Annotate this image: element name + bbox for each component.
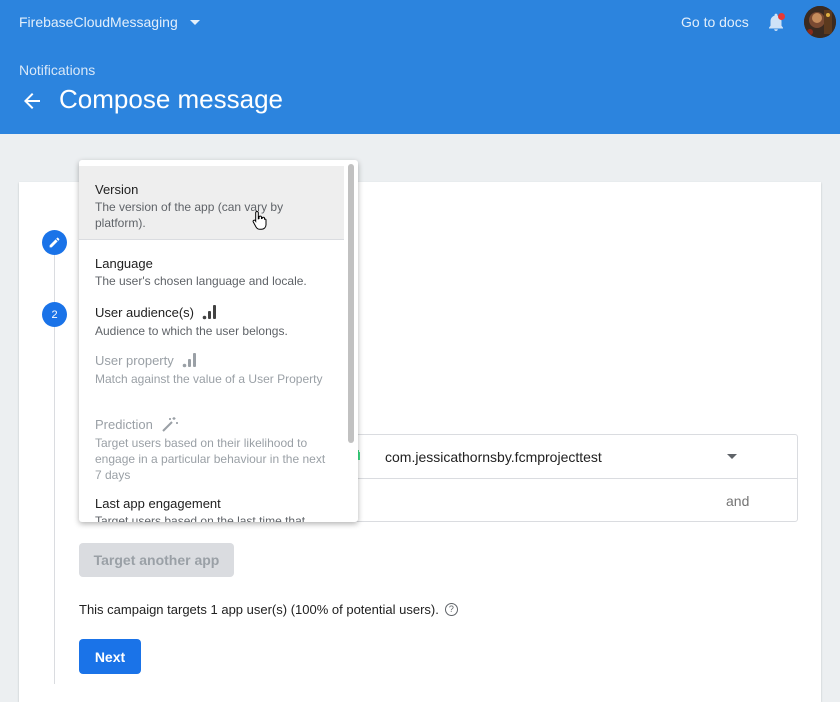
step-2-indicator[interactable]: 2 — [42, 302, 67, 327]
menu-item-title: Prediction — [95, 416, 179, 435]
page-title: Compose message — [59, 84, 283, 114]
user-avatar[interactable] — [804, 6, 836, 38]
app-id-select[interactable]: com.jessicathornsby.fcmprojecttest — [385, 449, 602, 465]
menu-item-description: Target users based on their likelihood t… — [95, 436, 326, 482]
menu-item-version[interactable]: Version The version of the app (can vary… — [79, 166, 344, 239]
notifications-bell-icon[interactable] — [765, 12, 787, 34]
back-arrow-icon[interactable] — [20, 89, 44, 113]
condition-dropdown-menu: Version The version of the app (can vary… — [79, 160, 358, 522]
menu-item-title-text: User audience(s) — [95, 304, 194, 320]
step-1-edit-icon[interactable] — [42, 230, 67, 255]
analytics-bars-icon — [202, 304, 218, 323]
menu-item-description: The version of the app (can vary by plat… — [95, 200, 284, 230]
menu-item-description: Match against the value of a User Proper… — [95, 372, 323, 386]
menu-item-prediction: Prediction Target users based on their l… — [79, 410, 344, 486]
menu-item-title-text: User property — [95, 352, 174, 368]
magic-wand-icon — [161, 416, 179, 435]
chevron-down-icon — [189, 19, 200, 25]
chevron-down-icon[interactable] — [727, 454, 737, 459]
row-divider — [301, 478, 797, 479]
project-name: FirebaseCloudMessaging — [19, 14, 178, 30]
target-app-row: com.jessicathornsby.fcmprojecttest and — [300, 434, 798, 522]
analytics-bars-icon — [182, 352, 198, 371]
menu-item-description: The user's chosen language and locale. — [95, 274, 307, 288]
and-condition-button[interactable]: and — [726, 493, 749, 509]
menu-item-title: Language — [95, 256, 153, 271]
project-selector[interactable]: FirebaseCloudMessaging — [19, 14, 200, 30]
dropdown-list: Version The version of the app (can vary… — [79, 160, 344, 522]
go-to-docs-link[interactable]: Go to docs — [681, 14, 749, 30]
menu-item-title: Version — [95, 182, 139, 197]
target-another-app-button[interactable]: Target another app — [79, 543, 234, 577]
next-button[interactable]: Next — [79, 639, 141, 674]
menu-item-user-audience[interactable]: User audience(s) Audience to which the u… — [79, 298, 344, 342]
campaign-summary: This campaign targets 1 app user(s) (100… — [79, 602, 458, 617]
menu-item-title: User audience(s) — [95, 304, 218, 323]
menu-divider — [79, 239, 344, 240]
menu-item-title: Last app engagement — [95, 496, 221, 511]
menu-item-title-text: Prediction — [95, 416, 153, 432]
menu-item-title: User property — [95, 352, 198, 371]
menu-item-language[interactable]: Language The user's chosen language and … — [79, 250, 344, 294]
help-icon[interactable]: ? — [444, 603, 458, 616]
breadcrumb[interactable]: Notifications — [19, 62, 95, 78]
app-header: FirebaseCloudMessaging Go to docs Notifi… — [0, 0, 840, 134]
notification-dot — [778, 13, 785, 20]
menu-item-last-app-engagement[interactable]: Last app engagement Target users based o… — [79, 490, 344, 522]
dropdown-scrollbar[interactable] — [348, 164, 354, 443]
menu-item-description: Target users based on the last time that — [95, 514, 306, 522]
menu-item-description: Audience to which the user belongs. — [95, 324, 288, 338]
menu-item-user-property: User property Match against the value of… — [79, 346, 344, 406]
hand-pointer-cursor-icon — [252, 210, 268, 230]
summary-text: This campaign targets 1 app user(s) (100… — [79, 602, 439, 617]
